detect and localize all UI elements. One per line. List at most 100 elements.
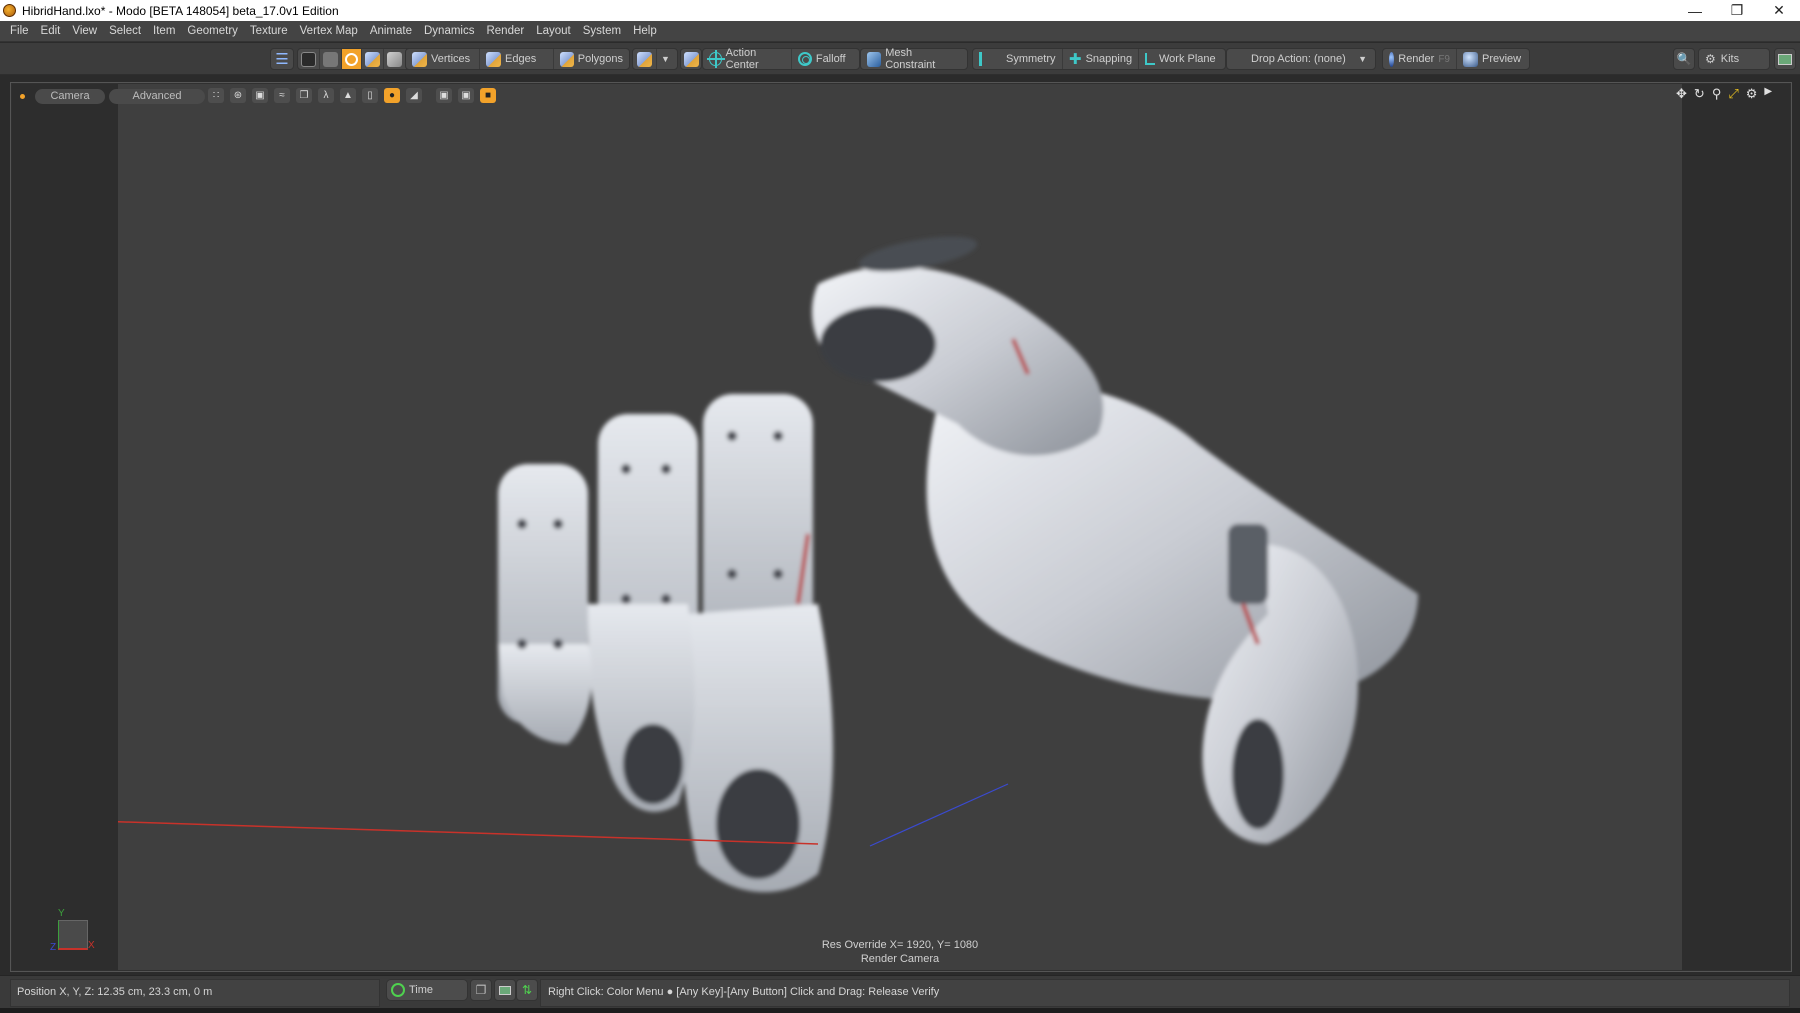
close-button[interactable]: ✕: [1758, 0, 1800, 21]
time-button[interactable]: Time: [386, 979, 468, 1001]
mesh-constraint-label: Mesh Constraint: [885, 47, 936, 71]
hair-icon[interactable]: ≈: [274, 88, 290, 103]
work-plane-label: Work Plane: [1159, 53, 1216, 65]
restore-button[interactable]: ❐: [1716, 0, 1758, 21]
safe-area-icon[interactable]: ▣: [436, 88, 452, 103]
falloff-label: Falloff: [815, 53, 846, 65]
menu-file[interactable]: File: [4, 25, 35, 37]
falloff-icon: [797, 52, 812, 66]
axis-label-y: Y: [58, 908, 65, 919]
grid-circles-icon[interactable]: ⊛: [230, 88, 246, 103]
gears-icon: ⚙: [1705, 52, 1716, 66]
menu-help[interactable]: Help: [627, 25, 663, 37]
backdrop-icon[interactable]: ◢: [406, 88, 422, 103]
hierarchy-icon: [323, 51, 338, 67]
main-toolbar: ☰ Vertices Edges Polygons ▼ Action Cente…: [0, 43, 1800, 75]
select-items-button[interactable]: [298, 49, 320, 69]
pivot-mode-button[interactable]: [320, 49, 342, 69]
figure-lock-icon[interactable]: ▲: [340, 88, 356, 103]
vertices-icon: [412, 51, 427, 67]
mesh-constraint-icon: [867, 51, 882, 67]
work-plane-button[interactable]: Work Plane: [1139, 49, 1225, 69]
layout-toggle-button[interactable]: [1774, 48, 1796, 70]
menu-layout[interactable]: Layout: [530, 25, 577, 37]
tab-camera[interactable]: Camera: [35, 88, 105, 104]
transform-widget-button[interactable]: [680, 48, 702, 70]
render-button[interactable]: Render F9: [1383, 49, 1457, 69]
vertices-button[interactable]: Vertices: [406, 49, 480, 69]
crosshair-icon: [707, 50, 725, 68]
viewport-options-bar: ∷ ⊛ ▣ ≈ ❐ λ ▲ ▯ ● ◢ ▣ ▣ ■: [208, 88, 496, 103]
material-mode-button[interactable]: [384, 49, 405, 69]
split-arrows-icon: ⇅: [521, 983, 533, 997]
falloff-button[interactable]: Falloff: [792, 49, 859, 69]
fit-icon[interactable]: ⤢: [1728, 86, 1738, 102]
settings-gear-icon[interactable]: ⚙: [1746, 86, 1758, 102]
mesh-constraint-button[interactable]: Mesh Constraint: [860, 47, 968, 71]
viewport-right-panel: [1682, 84, 1790, 970]
action-falloff-group: Action Center Falloff: [702, 47, 860, 71]
shaded-box-icon[interactable]: ▣: [252, 88, 268, 103]
lasso-mode-button[interactable]: [342, 49, 362, 69]
item-mode-button[interactable]: [362, 49, 384, 69]
polygons-button[interactable]: Polygons: [554, 49, 629, 69]
action-center-button[interactable]: Action Center: [703, 47, 792, 71]
drop-action-dropdown[interactable]: Drop Action: (none) ▼: [1226, 48, 1376, 70]
menu-view[interactable]: View: [66, 25, 103, 37]
robot-hand-render: [0, 236, 1418, 893]
zoom-icon[interactable]: ⚲: [1712, 86, 1722, 102]
menu-geometry[interactable]: Geometry: [181, 25, 244, 37]
render-frame-icon[interactable]: ■: [480, 88, 496, 103]
layout-window-button[interactable]: ❐: [470, 979, 492, 1001]
axis-icon[interactable]: λ: [318, 88, 334, 103]
minimize-button[interactable]: —: [1674, 0, 1716, 21]
preview-button[interactable]: Preview: [1457, 49, 1529, 69]
lasso-icon: [345, 52, 358, 66]
panel-layout-icon: [1778, 53, 1792, 65]
menu-render[interactable]: Render: [480, 25, 530, 37]
render-sphere-icon: [1389, 51, 1395, 67]
viewport-status-dot-icon: [20, 93, 25, 99]
menu-texture[interactable]: Texture: [244, 25, 294, 37]
symmetry-snapping-group: Symmetry ✚ Snapping Work Plane: [972, 48, 1226, 70]
polygons-label: Polygons: [577, 53, 623, 65]
res-override-label: Res Override X= 1920, Y= 1080: [821, 939, 979, 951]
snapping-button[interactable]: ✚ Snapping: [1063, 49, 1139, 69]
figure-icon: ☰: [275, 51, 289, 68]
menu-system[interactable]: System: [577, 25, 627, 37]
overlay-frame-icon[interactable]: ▣: [458, 88, 474, 103]
element-mode-dropdown[interactable]: ▼: [632, 48, 678, 70]
drop-action-label: Drop Action: (none): [1251, 53, 1346, 65]
timeline-icon: [499, 985, 511, 995]
gizmo-icon: [683, 51, 699, 67]
menu-select[interactable]: Select: [103, 25, 147, 37]
split-toggle-button[interactable]: ⇅: [516, 979, 538, 1001]
action-center-label: Action Center: [725, 47, 759, 71]
expand-right-icon[interactable]: ▶: [1764, 86, 1772, 102]
tab-advanced[interactable]: Advanced: [109, 88, 205, 104]
edges-icon: [486, 51, 501, 67]
symmetry-icon: [979, 52, 982, 66]
visibility-toggle-icon[interactable]: ●: [384, 88, 400, 103]
title-bar: HibridHand.lxo* - Modo [BETA 148054] bet…: [0, 0, 1800, 21]
kits-button[interactable]: ⚙ Kits: [1698, 48, 1770, 70]
timeline-toggle-button[interactable]: [494, 979, 516, 1001]
clip-icon[interactable]: ▯: [362, 88, 378, 103]
menu-vertex-map[interactable]: Vertex Map: [294, 25, 364, 37]
hand-geometry: [498, 236, 1418, 893]
edges-button[interactable]: Edges: [480, 49, 554, 69]
menu-item[interactable]: Item: [147, 25, 181, 37]
3d-viewport[interactable]: [0, 84, 1682, 970]
skeleton-mode-button[interactable]: ☰: [270, 48, 294, 70]
copy-frame-icon[interactable]: ❐: [296, 88, 312, 103]
wireframe-dots-icon[interactable]: ∷: [208, 88, 224, 103]
symmetry-button[interactable]: Symmetry: [973, 49, 1063, 69]
tool-search-button[interactable]: 🔍: [1673, 48, 1695, 70]
pan-icon[interactable]: ✥: [1676, 86, 1687, 102]
menu-edit[interactable]: Edit: [35, 25, 67, 37]
snapping-label: Snapping: [1085, 53, 1133, 65]
menu-dynamics[interactable]: Dynamics: [418, 25, 480, 37]
wrench-search-icon: 🔍: [1676, 52, 1692, 66]
menu-animate[interactable]: Animate: [364, 25, 418, 37]
rotate-icon[interactable]: ↻: [1694, 86, 1705, 102]
